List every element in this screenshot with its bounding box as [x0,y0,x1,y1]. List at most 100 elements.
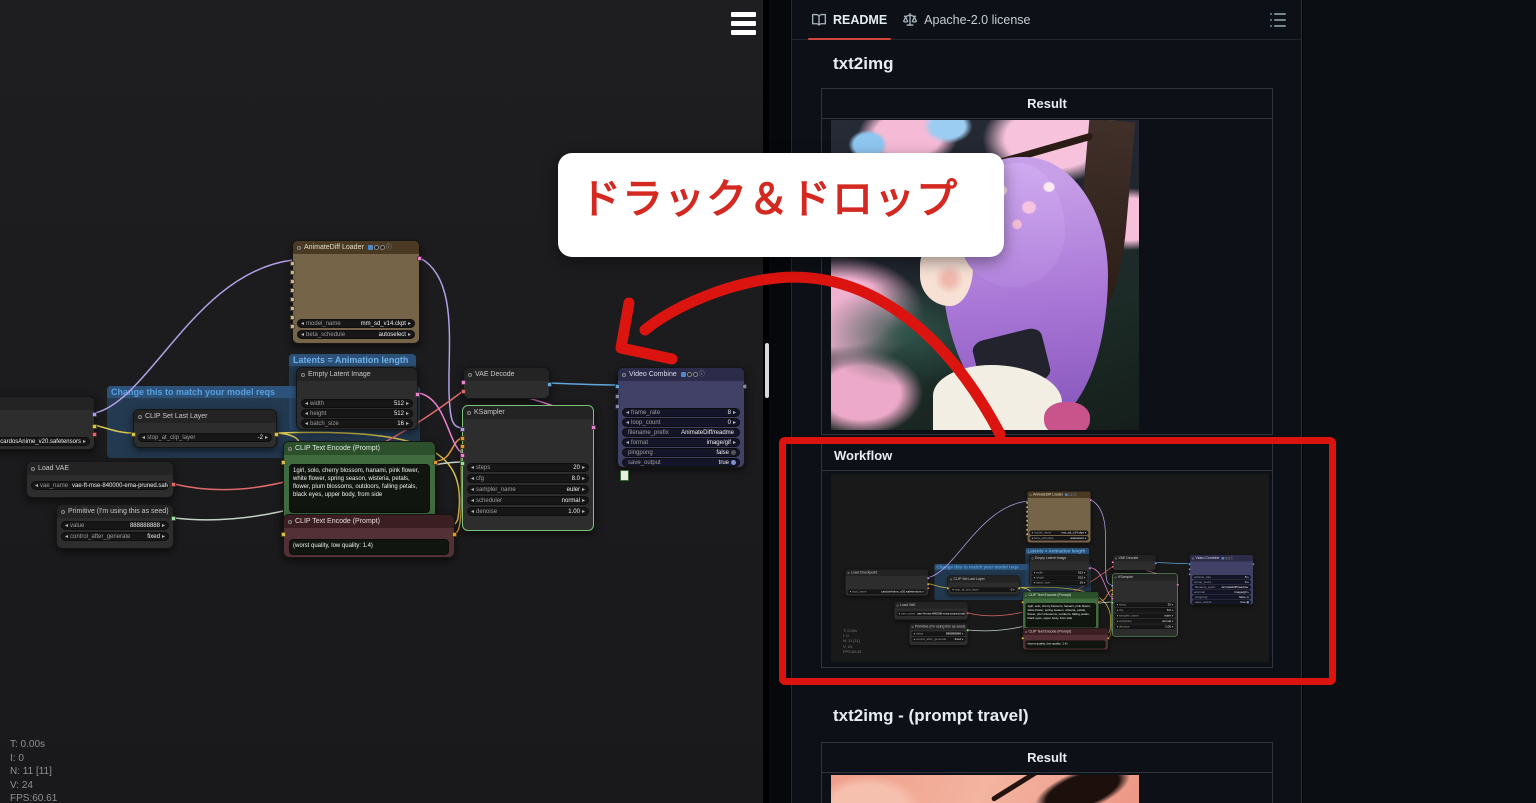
node-collapse-dot[interactable] [138,415,142,419]
widget-stop_at_clip_layer[interactable]: ◂stop_at_clip_layer-2▸ [138,433,272,442]
hamburger-menu-icon[interactable] [731,12,756,37]
tab-readme[interactable]: README [804,0,895,40]
decrement-arrow-icon[interactable]: ◂ [952,588,954,591]
increment-arrow-icon[interactable]: ▸ [582,476,585,482]
output-port[interactable] [967,612,970,615]
input-port[interactable] [460,427,465,432]
input-port[interactable] [131,432,136,437]
increment-arrow-icon[interactable]: ▸ [1084,571,1086,574]
output-port[interactable] [1089,567,1092,570]
decrement-arrow-icon[interactable]: ◂ [1194,581,1196,584]
increment-arrow-icon[interactable]: ▸ [1084,576,1086,579]
toggle-on-icon[interactable] [1247,601,1250,604]
outline-list-icon[interactable] [1267,11,1289,29]
node-collapse-dot[interactable] [288,447,292,451]
output-port[interactable] [92,432,97,437]
input-port[interactable] [1189,563,1192,566]
prompt-text[interactable]: 1girl, solo, cherry blossom, hanami, pin… [289,464,430,513]
input-port[interactable] [615,404,620,409]
increment-arrow-icon[interactable]: ▸ [406,421,409,427]
node-collapse-dot[interactable] [1032,557,1034,559]
widget-scheduler[interactable]: ◂schedulernormal▸ [1115,619,1176,624]
node-video-combine[interactable]: Video Combineⓘ◂frame_rate8▸◂loop_count0▸… [1190,555,1254,606]
increment-arrow-icon[interactable]: ▸ [962,632,964,635]
increment-arrow-icon[interactable]: ▸ [1172,603,1174,606]
increment-arrow-icon[interactable]: ▸ [1247,591,1249,594]
node-video-combine[interactable]: Video Combineⓘ◂frame_rate8▸◂loop_count0▸… [617,367,745,468]
increment-arrow-icon[interactable]: ▸ [1172,614,1174,617]
input-port[interactable] [281,460,286,465]
input-port[interactable] [1111,584,1114,587]
output-port[interactable] [742,384,747,389]
toggle-off-icon[interactable] [731,450,736,455]
widget-batch_size[interactable]: ◂batch_size16▸ [301,419,413,428]
increment-arrow-icon[interactable]: ▸ [922,590,924,593]
decrement-arrow-icon[interactable]: ◂ [899,612,901,615]
output-port[interactable] [433,460,438,465]
widget-width[interactable]: ◂width512▸ [1032,571,1088,576]
input-port[interactable] [461,389,466,394]
widget-format[interactable]: ◂formatimage/gif▸ [1192,590,1251,595]
tab-license[interactable]: Apache-2.0 license [895,0,1038,40]
widget-denoise[interactable]: ◂denoise1.00▸ [467,507,589,516]
decrement-arrow-icon[interactable]: ◂ [1034,571,1036,574]
input-port[interactable] [1022,601,1025,604]
node-primitive-seed[interactable]: Primitive (I'm using this as seed)◂value… [56,504,174,549]
node-collapse-dot[interactable] [1025,631,1027,633]
input-port[interactable] [1189,568,1192,571]
node-collapse-dot[interactable] [31,467,35,471]
node-vae-decode[interactable]: VAE Decode [463,367,550,399]
node-empty-latent-image[interactable]: Empty Latent Image◂width512▸◂height512▸◂… [1029,555,1090,587]
decrement-arrow-icon[interactable]: ◂ [301,321,304,327]
input-port[interactable] [1189,573,1192,576]
widget-control_after_generate[interactable]: ◂control_after_generatefixed▸ [912,637,966,642]
decrement-arrow-icon[interactable]: ◂ [471,476,474,482]
decrement-arrow-icon[interactable]: ◂ [626,410,629,416]
decrement-arrow-icon[interactable]: ◂ [1034,576,1036,579]
input-port[interactable] [1026,533,1029,536]
input-port[interactable] [290,279,295,284]
widget-sampler_name[interactable]: ◂sampler_nameeuler▸ [1115,614,1176,619]
widget-cfg[interactable]: ◂cfg8.0▸ [467,474,589,483]
input-port[interactable] [461,380,466,385]
decrement-arrow-icon[interactable]: ◂ [142,435,145,441]
widget-beta_schedule[interactable]: ◂beta_scheduleautoselect▸ [297,330,415,339]
result-image-prompt-travel[interactable] [831,775,1139,803]
increment-arrow-icon[interactable]: ▸ [1085,537,1087,540]
widget-frame_rate[interactable]: ◂frame_rate8▸ [622,408,740,417]
output-port[interactable] [1107,637,1110,640]
input-port[interactable] [1111,597,1114,600]
node-collapse-dot[interactable] [1030,494,1032,496]
increment-arrow-icon[interactable]: ▸ [1084,581,1086,584]
output-port[interactable] [591,425,596,430]
widget-scheduler[interactable]: ◂schedulernormal▸ [467,496,589,505]
decrement-arrow-icon[interactable]: ◂ [1194,576,1196,579]
node-load-checkpoint[interactable]: Load Checkpoint◂ckpt_namecardosAnime_v20… [845,569,929,596]
node-collapse-dot[interactable] [1192,557,1194,559]
increment-arrow-icon[interactable]: ▸ [582,487,585,493]
decrement-arrow-icon[interactable]: ◂ [1117,620,1119,623]
widget-width[interactable]: ◂width512▸ [301,399,413,408]
node-collapse-dot[interactable] [297,246,301,250]
comfyui-canvas[interactable]: Change this to match your model reqsLate… [0,0,763,803]
node-load-vae[interactable]: Load VAE◂vae_namevae-ft-mse-840000-ema-p… [26,461,174,498]
input-port[interactable] [1112,561,1115,564]
decrement-arrow-icon[interactable]: ◂ [626,420,629,426]
input-port[interactable] [460,453,465,458]
output-port[interactable] [547,382,552,387]
widget-denoise[interactable]: ◂denoise1.00▸ [1115,625,1176,630]
node-primitive-seed[interactable]: Primitive (I'm using this as seed)◂value… [909,623,968,646]
output-port[interactable] [927,583,930,586]
input-port[interactable] [290,324,295,329]
output-port[interactable] [1252,563,1255,566]
widget-ckpt_name[interactable]: ◂ckpt_namecardosAnime_v20.safetensors▸ [848,590,927,595]
widget-pingpong[interactable]: pingpongfalse [1192,595,1251,600]
widget-steps[interactable]: ◂steps20▸ [1115,603,1176,608]
node-collapse-dot[interactable] [1115,557,1117,559]
node-collapse-dot[interactable] [288,520,292,524]
prompt-text[interactable]: (worst quality, low quality: 1.4) [1026,641,1106,649]
widget-vae_name[interactable]: ◂vae_namevae-ft-mse-840000-ema-pruned.sa… [897,612,966,617]
toggle-on-icon[interactable] [731,460,736,465]
output-port[interactable] [92,412,97,417]
increment-arrow-icon[interactable]: ▸ [733,440,736,446]
